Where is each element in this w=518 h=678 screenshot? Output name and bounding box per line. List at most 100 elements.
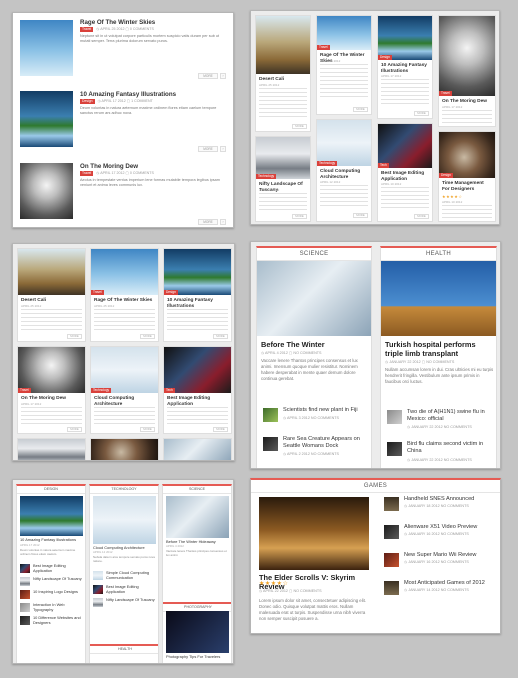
more-button[interactable]: MORE (67, 427, 82, 432)
item-comments[interactable]: NO COMMENTS (441, 504, 469, 508)
post-thumbnail[interactable] (20, 20, 73, 76)
post-card[interactable]: Travel On The Moring Dew APRIL 17 2012 M… (17, 346, 86, 434)
card-image[interactable] (18, 439, 85, 460)
item-title[interactable]: Bird flu claims second victim in China (407, 441, 495, 455)
item-comments[interactable]: NO COMMENTS (441, 560, 469, 564)
item-thumbnail[interactable] (93, 598, 103, 607)
item-title[interactable]: 10 Inspiring Logo Designs (33, 589, 85, 595)
card-category[interactable]: Travel (91, 290, 104, 295)
item-title[interactable]: Nifty Landscape Of Tuscany (106, 597, 158, 603)
post-card[interactable]: Travel Rage Of The Winter Skies APRIL 25… (316, 15, 372, 115)
card-image[interactable] (256, 137, 310, 179)
section-heading[interactable]: TECHNOLOGY (90, 486, 158, 494)
item-comments[interactable]: NO COMMENTS (441, 588, 469, 592)
more-button[interactable]: MORE (414, 111, 429, 116)
feature-image[interactable] (166, 611, 229, 653)
item-thumbnail[interactable] (20, 616, 30, 625)
card-title[interactable]: 10 Amazing Fantasy Illustrations (381, 63, 429, 74)
section-heading[interactable]: SCIENCE (163, 486, 231, 494)
item-thumbnail[interactable] (263, 408, 278, 422)
post-card[interactable] (17, 438, 86, 460)
item-title[interactable]: Handheld SNES Announced (404, 496, 498, 503)
post-card[interactable]: Technology Cloud Computing Architecture … (316, 119, 372, 222)
feature-comments[interactable]: NO COMMENTS (293, 589, 321, 593)
item-thumbnail[interactable] (384, 553, 399, 567)
post-title[interactable]: 10 Amazing Fantasy Illustrations (80, 91, 230, 98)
card-category[interactable]: Travel (317, 45, 330, 50)
more-button[interactable]: MORE (67, 334, 82, 339)
post-title[interactable]: Rage Of The Winter Skies (80, 19, 230, 26)
section-heading[interactable]: HEALTH (381, 248, 496, 261)
more-button[interactable]: MORE (292, 124, 307, 129)
more-button[interactable]: MORE (198, 146, 218, 152)
feature-image[interactable] (166, 496, 229, 538)
item-title[interactable]: Two die of A(H1N1) swine flu in Mexico: … (407, 409, 495, 423)
item-thumbnail[interactable] (93, 585, 103, 594)
card-category[interactable]: Design (439, 173, 453, 178)
card-image[interactable] (256, 16, 310, 74)
post-card[interactable]: Design 10 Amazing Fantasy Illustrations … (163, 248, 232, 342)
post-card[interactable]: Tech Best Image Editing Application APRI… (377, 123, 433, 222)
post-card[interactable]: Design Time Management For Designers ★★★… (438, 131, 496, 222)
item-thumbnail[interactable] (263, 437, 278, 451)
card-image[interactable] (164, 347, 231, 393)
card-title[interactable]: Best Image Editing Application (381, 171, 429, 182)
category-badge[interactable]: Design (80, 99, 95, 104)
post-card[interactable]: Desert Cali APRIL 25 2012 MORE (255, 15, 311, 132)
arrow-icon[interactable]: › (220, 146, 226, 152)
more-button[interactable]: MORE (213, 427, 228, 432)
post-comments[interactable]: 0 COMMENTS (130, 171, 154, 175)
item-thumbnail[interactable] (20, 577, 30, 586)
item-thumbnail[interactable] (384, 525, 399, 539)
card-category[interactable]: Tech (378, 163, 389, 168)
item-thumbnail[interactable] (93, 571, 103, 580)
feature-title[interactable]: Before The Winter (261, 340, 369, 349)
arrow-icon[interactable]: › (220, 219, 226, 225)
item-comments[interactable]: NO COMMENTS (444, 425, 472, 429)
item-comments[interactable]: NO COMMENTS (441, 532, 469, 536)
item-thumbnail[interactable] (20, 564, 30, 573)
post-comments[interactable]: 0 COMMENTS (130, 27, 154, 31)
feature-image[interactable] (259, 497, 369, 570)
card-category[interactable]: Technology (91, 388, 112, 393)
item-thumbnail[interactable] (20, 590, 30, 599)
post-title[interactable]: On The Moring Dew (80, 163, 230, 170)
card-image[interactable] (378, 124, 432, 168)
card-category[interactable]: Travel (439, 91, 452, 96)
card-image[interactable] (439, 132, 495, 178)
more-button[interactable]: MORE (353, 213, 368, 218)
item-title[interactable]: New Super Mario Wii Review (404, 552, 498, 559)
card-category[interactable]: Technology (256, 174, 277, 179)
card-category[interactable]: Design (378, 55, 392, 60)
more-button[interactable]: MORE (198, 73, 218, 79)
feature-image[interactable] (20, 496, 83, 536)
more-button[interactable]: MORE (198, 219, 218, 225)
section-heading[interactable]: DESIGN (17, 486, 85, 494)
more-button[interactable]: MORE (213, 334, 228, 339)
feature-comments[interactable]: NO COMMENTS (293, 351, 321, 355)
section-heading[interactable]: GAMES (251, 480, 500, 493)
section-heading[interactable]: HEALTH (90, 644, 158, 654)
card-title[interactable]: Rage Of The Winter Skies (94, 298, 155, 304)
post-card[interactable]: Technology Nifty Landscape Of Tuscany AP… (255, 136, 311, 222)
item-comments[interactable]: NO COMMENTS (444, 458, 472, 462)
card-title[interactable]: On The Moring Dew (21, 396, 82, 402)
item-thumbnail[interactable] (387, 442, 402, 456)
post-card[interactable]: Travel On The Moring Dew APRIL 17 2012 (438, 15, 496, 127)
card-category[interactable]: Technology (317, 161, 338, 166)
card-title[interactable]: Desert Cali (259, 77, 307, 83)
card-title[interactable]: Time Management For Designers (442, 181, 492, 192)
item-thumbnail[interactable] (384, 497, 399, 511)
item-thumbnail[interactable] (387, 410, 402, 424)
card-image[interactable] (91, 439, 158, 460)
feature-title[interactable]: Turkish hospital performs triple limb tr… (385, 340, 495, 358)
feature-title[interactable]: Photography Tips For Travelers (166, 654, 230, 660)
post-card[interactable]: Travel Rage Of The Winter Skies APRIL 25… (90, 248, 159, 342)
item-title[interactable]: Best Image Editing Application (106, 584, 158, 594)
card-image[interactable] (317, 120, 371, 166)
item-title[interactable]: Best Image Editing Application (33, 563, 85, 573)
card-title[interactable]: Cloud Computing Architecture (320, 169, 368, 180)
feature-image[interactable] (381, 261, 496, 336)
item-thumbnail[interactable] (384, 581, 399, 595)
card-image[interactable] (164, 249, 231, 295)
